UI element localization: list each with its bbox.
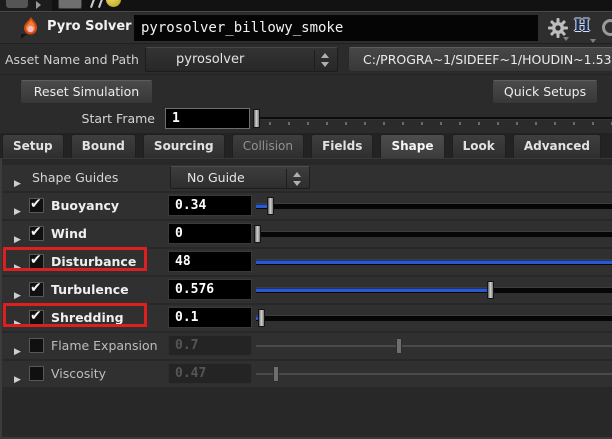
expand-arrow-icon[interactable] (14, 339, 26, 353)
enable-checkbox[interactable] (29, 198, 44, 213)
clipped-toolbar-strip (0, 0, 612, 12)
slider-handle[interactable] (487, 281, 494, 299)
param-slider[interactable] (256, 193, 612, 219)
param-label: Wind (51, 226, 87, 241)
houdini-logo-icon[interactable]: H (574, 16, 590, 36)
param-row-wind: Wind 0 (2, 221, 612, 247)
asset-name-select[interactable]: pyrosolver (145, 47, 338, 72)
updown-spinner-icon[interactable] (319, 52, 331, 68)
expand-arrow-icon[interactable] (14, 171, 26, 185)
param-slider[interactable] (256, 333, 612, 359)
expand-arrow-icon[interactable] (14, 367, 26, 381)
shape-guides-value: No Guide (187, 170, 245, 185)
slider-handle[interactable] (396, 338, 402, 354)
expand-arrow-icon[interactable] (14, 199, 26, 213)
tab-advanced[interactable]: Advanced (513, 134, 601, 158)
tab-setup[interactable]: Setup (2, 134, 64, 158)
param-row-turbulence: Turbulence 0.576 (2, 277, 612, 303)
expand-arrow-icon[interactable] (14, 227, 26, 241)
tab-collision[interactable]: Collision (232, 134, 304, 158)
enable-checkbox[interactable] (29, 338, 44, 353)
param-value-field[interactable]: 0.47 (168, 363, 252, 384)
tab-look[interactable]: Look (452, 134, 506, 158)
chevron-down-icon (590, 39, 596, 43)
clipped-circle-icon (602, 19, 612, 36)
param-value-field[interactable]: 0.7 (168, 335, 252, 356)
updown-spinner-icon[interactable] (291, 171, 303, 187)
slider-handle[interactable] (258, 309, 265, 327)
param-value-field[interactable]: 0 (168, 223, 252, 244)
enable-checkbox[interactable] (29, 282, 44, 297)
parameter-tab-bar: Setup Bound Sourcing Collision Fields Sh… (0, 133, 612, 158)
param-slider[interactable] (256, 277, 612, 303)
param-slider[interactable] (256, 221, 612, 247)
param-row-shape-guides: Shape Guides No Guide (2, 165, 612, 191)
node-title-bar: Pyro Solver H (0, 13, 612, 44)
reset-simulation-button[interactable]: Reset Simulation (20, 80, 153, 104)
slider-handle[interactable] (267, 197, 274, 215)
expand-arrow-icon[interactable] (14, 283, 26, 297)
asset-name-value: pyrosolver (176, 52, 244, 67)
highlight-box (3, 303, 147, 327)
tab-sourcing[interactable]: Sourcing (143, 134, 225, 158)
clipped-icon (6, 0, 28, 8)
start-frame-label: Start Frame (5, 111, 155, 126)
param-row-buoyancy: Buoyancy 0.34 (2, 193, 612, 219)
shape-tab-panel: Shape Guides No Guide Buoyancy 0.34 (0, 158, 612, 439)
clipped-arrow-icon (36, 1, 41, 9)
param-label: Viscosity (51, 366, 106, 381)
start-frame-slider[interactable] (255, 108, 612, 129)
asset-name-path-label: Asset Name and Path (5, 52, 139, 67)
node-name-input[interactable] (134, 15, 538, 41)
slider-handle[interactable] (253, 109, 260, 128)
asset-name-path-row: Asset Name and Path pyrosolver C:/PROGRA… (0, 44, 612, 75)
param-slider[interactable] (256, 361, 612, 387)
param-row-viscosity: Viscosity 0.47 (2, 361, 612, 387)
param-row-shredding: Shredding 0.1 (2, 305, 612, 331)
param-value-field[interactable]: 0.1 (168, 307, 252, 328)
param-row-flame-expansion: Flame Expansion 0.7 (2, 333, 612, 359)
param-slider[interactable] (256, 305, 612, 331)
param-label: Shape Guides (32, 170, 118, 185)
highlight-box (3, 247, 147, 271)
param-value-field[interactable]: 48 (168, 251, 252, 272)
param-label: Flame Expansion (51, 338, 158, 353)
quick-setups-button[interactable]: Quick Setups (492, 80, 598, 104)
param-label: Turbulence (51, 282, 129, 297)
param-row-disturbance: Disturbance 48 (2, 249, 612, 275)
slider-handle[interactable] (273, 366, 279, 382)
enable-checkbox[interactable] (29, 226, 44, 241)
tab-shape[interactable]: Shape (380, 134, 444, 158)
chevron-down-icon (563, 37, 569, 41)
param-label: Buoyancy (51, 198, 119, 213)
node-type-label: Pyro Solver (47, 19, 132, 34)
notepad-icon (58, 0, 82, 9)
pyro-flame-icon[interactable] (21, 16, 41, 38)
enable-checkbox[interactable] (29, 366, 44, 381)
param-slider[interactable] (256, 249, 612, 275)
chevron-down-icon (21, 34, 27, 39)
param-value-field[interactable]: 0.576 (168, 279, 252, 300)
param-value-field[interactable]: 0.34 (168, 195, 252, 216)
slider-tick-marks (269, 122, 612, 125)
tab-bound[interactable]: Bound (71, 134, 136, 158)
tab-fields[interactable]: Fields (311, 134, 373, 158)
gear-icon[interactable] (547, 17, 569, 39)
shape-guides-select[interactable]: No Guide (170, 166, 310, 189)
pyro-solver-parameter-pane: Pyro Solver H Asset Name and Path pyroso… (0, 0, 612, 439)
slider-handle[interactable] (254, 225, 261, 243)
start-frame-value-field[interactable]: 1 (165, 108, 250, 129)
asset-path-button[interactable]: C:/PROGRA~1/SIDEEF~1/HOUDIN~1.531/houd (348, 47, 612, 72)
